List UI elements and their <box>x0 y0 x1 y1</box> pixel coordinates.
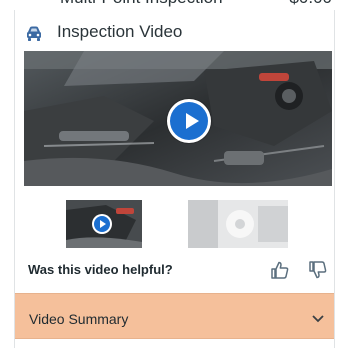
video-thumbnails <box>64 198 292 250</box>
helpful-feedback-row: Was this video helpful? <box>28 260 328 280</box>
previous-section-title: Multi-Point Inspection <box>60 0 223 8</box>
previous-section-strip: Multi-Point Inspection $0.00 <box>0 0 348 10</box>
play-icon <box>170 102 208 140</box>
video-player[interactable] <box>24 51 332 186</box>
thumbnail-image <box>188 200 288 248</box>
thumbs-down-icon[interactable] <box>308 260 328 280</box>
thumbs-up-icon[interactable] <box>270 260 290 280</box>
previous-section-price: $0.00 <box>289 0 332 8</box>
section-title: Inspection Video <box>57 22 183 41</box>
video-thumbnail-2[interactable] <box>188 200 288 248</box>
helpful-question: Was this video helpful? <box>28 262 173 277</box>
video-summary-accordion[interactable]: Video Summary <box>15 293 334 339</box>
play-button[interactable] <box>167 99 211 143</box>
chevron-down-icon <box>312 315 324 323</box>
video-thumbnail-1[interactable] <box>64 198 144 250</box>
section-header: Inspection Video <box>25 22 325 44</box>
car-icon <box>27 26 41 41</box>
thumbnail-play-icon <box>92 214 112 234</box>
video-summary-label: Video Summary <box>29 311 129 327</box>
inspection-video-card: Inspection Video Was this video helpful?… <box>14 10 335 348</box>
